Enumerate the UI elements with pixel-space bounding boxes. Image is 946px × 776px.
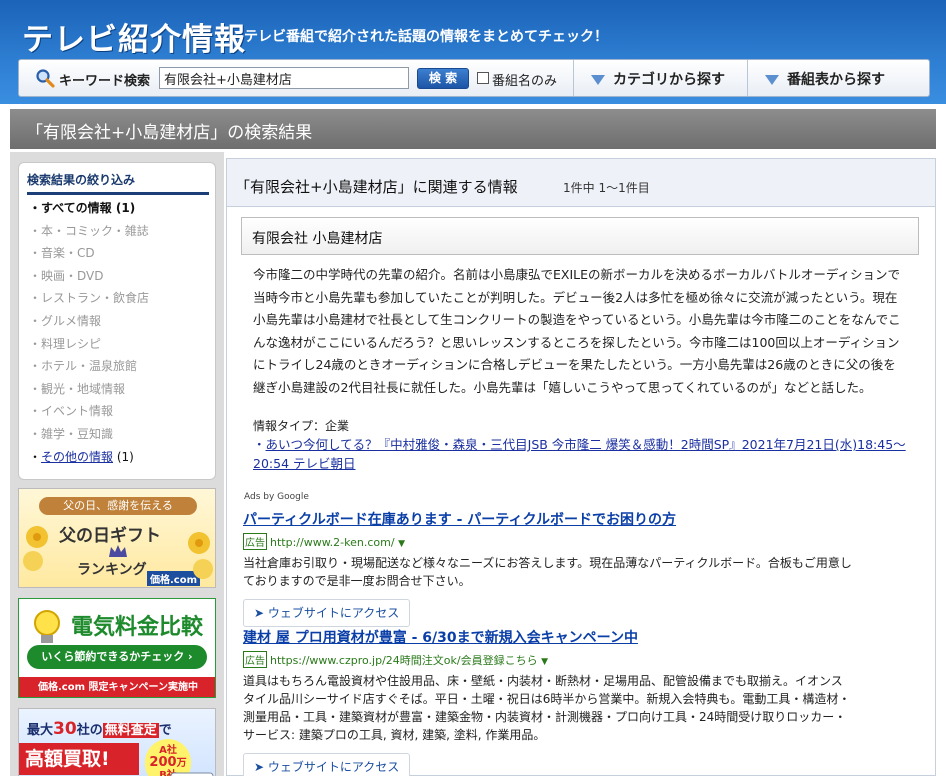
- banner-text: 最大: [27, 723, 54, 738]
- entry-description: 今市隆二の中学時代の先輩の紹介。名前は小島康弘でEXILEの新ボーカルを決めるボ…: [253, 267, 901, 395]
- search-bar: キーワード検索 検 索 番組名のみ カテゴリから探す 番組表から探す: [18, 59, 930, 97]
- filter-music: ・音楽・CD: [29, 246, 95, 261]
- results-title-band: 「有限会社+小島建材店」の検索結果: [10, 109, 936, 149]
- fathers-day-gift-banner[interactable]: 父の日、感謝を伝える 父の日ギフト ランキング 価格.com: [18, 488, 216, 588]
- filter-events: ・イベント情報: [29, 404, 114, 419]
- bullet: ・: [29, 449, 42, 464]
- banner-heading: 父の日ギフト: [59, 526, 161, 546]
- filter-title: 検索結果の絞り込み: [27, 171, 209, 195]
- results-header: 「有限会社+小島建材店」に関連する情報 1件中 1〜1件目: [227, 159, 935, 207]
- visit-website-button[interactable]: ➤ ウェブサイトにアクセス: [243, 753, 411, 776]
- ad-title-link[interactable]: 建材 屋 プロ用資材が豊富 - 6/30まで新規入会キャンペーン中: [243, 627, 933, 647]
- banner-subheading: 高額買取!: [19, 743, 139, 775]
- caret-down-icon[interactable]: ▼: [398, 539, 405, 549]
- ad-item: 建材 屋 プロ用資材が豊富 - 6/30まで新規入会キャンペーン中 広告 http…: [243, 627, 933, 776]
- chevron-right-icon: ➤: [254, 606, 265, 620]
- filter-all: ・すべての情報 (1): [29, 201, 136, 215]
- crown-icon: [109, 545, 127, 557]
- filter-tourism: ・観光・地域情報: [29, 381, 126, 396]
- ad-description: 道具はもちろん電設資材や住設用品、床・壁紙・内装材・断熱材・足場用品、配管設備ま…: [243, 674, 851, 742]
- ad-url-text[interactable]: https://www.czpro.jp/24時間注文ok/会員登録こちら: [270, 654, 538, 667]
- banner-text: 社の: [76, 723, 103, 738]
- filter-list: ・すべての情報 (1) ・本・コミック・雑誌 ・音楽・CD ・映画・DVD ・レ…: [29, 199, 209, 470]
- divider: [747, 60, 748, 96]
- ad-url: 広告 http://www.2-ken.com/ ▼: [243, 533, 933, 550]
- filter-other-count: (1): [116, 449, 134, 464]
- keyword-search-label: キーワード検索: [59, 74, 151, 89]
- site-tagline: テレビ番組で紹介された話題の情報をまとめてチェック！: [244, 29, 608, 45]
- caret-down-icon[interactable]: ▼: [541, 657, 548, 667]
- electricity-compare-banner[interactable]: 電気料金比較 いくら節約できるかチェック › 価格.com 限定キャンペーン実施…: [18, 598, 216, 698]
- ad-url: 広告 https://www.czpro.jp/24時間注文ok/会員登録こちら …: [243, 651, 933, 668]
- program-guide-search-button[interactable]: 番組表から探す: [765, 69, 885, 89]
- sidebar: 検索結果の絞り込み ・すべての情報 (1) ・本・コミック・雑誌 ・音楽・CD …: [10, 152, 224, 776]
- filter-other[interactable]: ・その他の情報 (1): [29, 448, 209, 471]
- results-count: 1件中 1〜1件目: [563, 181, 650, 195]
- filter-hotels: ・ホテル・温泉旅館: [29, 359, 138, 374]
- ad-description: 当社倉庫お引取り・現場配送など様々なニーズにお答えします。現在品薄なパーティクル…: [243, 556, 852, 588]
- ad-title-link[interactable]: パーティクルボード在庫あります - パーティクルボードでお困りの方: [243, 509, 933, 529]
- ads-by-google-label: Ads by Google: [244, 492, 309, 502]
- site-header: テレビ紹介情報 テレビ番組で紹介された話題の情報をまとめてチェック！ キーワード…: [0, 0, 946, 104]
- ad-url-text[interactable]: http://www.2-ken.com/: [270, 536, 395, 549]
- banner-heading: 電気料金比較: [71, 615, 204, 640]
- search-button[interactable]: 検 索: [417, 68, 469, 89]
- chevron-right-icon: ➤: [254, 760, 265, 774]
- flower-icon: [188, 532, 213, 579]
- car-icon: [170, 772, 214, 776]
- filter-gourmet: ・グルメ情報: [29, 313, 102, 328]
- results-heading: 「有限会社+小島建材店」に関連する情報: [235, 178, 518, 196]
- visit-website-label: ウェブサイトにアクセス: [267, 760, 400, 774]
- site-logo[interactable]: テレビ紹介情報: [22, 14, 246, 59]
- main-content: 「有限会社+小島建材店」に関連する情報 1件中 1〜1件目 有限会社 小島建材店…: [226, 158, 936, 776]
- flower-icon: [23, 526, 48, 571]
- search-icon: [36, 69, 55, 88]
- filter-movies: ・映画・DVD: [29, 268, 104, 283]
- program-name-only-checkbox[interactable]: [477, 72, 489, 84]
- lightbulb-icon: [34, 610, 60, 643]
- banner-subheading: ランキング: [77, 562, 147, 578]
- triangle-down-icon: [591, 75, 605, 85]
- related-program: ・あいつ今何してる？『中村雅俊・森泉・三代目JSB 今市隆二 爆笑＆感動！2時間…: [253, 435, 913, 473]
- divider: [573, 60, 574, 96]
- category-search-label: カテゴリから探す: [613, 72, 725, 88]
- banner-number: 30: [53, 719, 77, 739]
- filter-books: ・本・コミック・雑誌: [29, 223, 149, 238]
- banner-heading: 最大30社の 無料査定で: [27, 719, 172, 739]
- triangle-down-icon: [765, 75, 779, 85]
- keyword-search-input[interactable]: [159, 67, 409, 89]
- ad-item: パーティクルボード在庫あります - パーティクルボードでお困りの方 広告 http…: [243, 509, 933, 627]
- program-name-only-label[interactable]: 番組名のみ: [492, 70, 557, 89]
- filter-recipes: ・料理レシピ: [29, 336, 102, 351]
- banner-cta: いくら節約できるかチェック ›: [27, 645, 207, 669]
- banner-cta-label: いくら節約できるかチェック: [41, 650, 185, 663]
- bullet: ・: [253, 437, 266, 452]
- banner-highlight: 無料査定: [102, 723, 159, 738]
- filter-restaurants: ・レストラン・飲食店: [29, 291, 150, 306]
- filter-other-link[interactable]: その他の情報: [41, 450, 113, 464]
- related-program-link[interactable]: あいつ今何してる？『中村雅俊・森泉・三代目JSB 今市隆二 爆笑＆感動！2時間S…: [253, 437, 906, 471]
- category-search-button[interactable]: カテゴリから探す: [591, 69, 725, 89]
- entry-title: 有限会社 小島建材店: [252, 231, 383, 247]
- program-guide-search-label: 番組表から探す: [787, 72, 885, 88]
- banner-text: で: [158, 723, 172, 738]
- info-type: 情報タイプ：企業: [253, 419, 350, 433]
- visit-website-label: ウェブサイトにアクセス: [267, 606, 400, 620]
- entry-title-box: 有限会社 小島建材店: [241, 217, 919, 255]
- banner-ribbon: 父の日、感謝を伝える: [39, 497, 197, 515]
- ad-badge: 広告: [243, 533, 267, 550]
- filter-trivia: ・雑学・豆知識: [29, 426, 114, 441]
- page-title: 「有限会社+小島建材店」の検索結果: [26, 123, 313, 143]
- visit-website-button[interactable]: ➤ ウェブサイトにアクセス: [243, 599, 411, 627]
- banner-footer: 価格.com 限定キャンペーン実施中: [19, 677, 215, 697]
- filter-box: 検索結果の絞り込み ・すべての情報 (1) ・本・コミック・雑誌 ・音楽・CD …: [18, 162, 216, 480]
- ad-badge: 広告: [243, 651, 267, 668]
- car-appraisal-banner[interactable]: 最大30社の 無料査定で 高額買取! A社 200万 B社: [18, 708, 216, 776]
